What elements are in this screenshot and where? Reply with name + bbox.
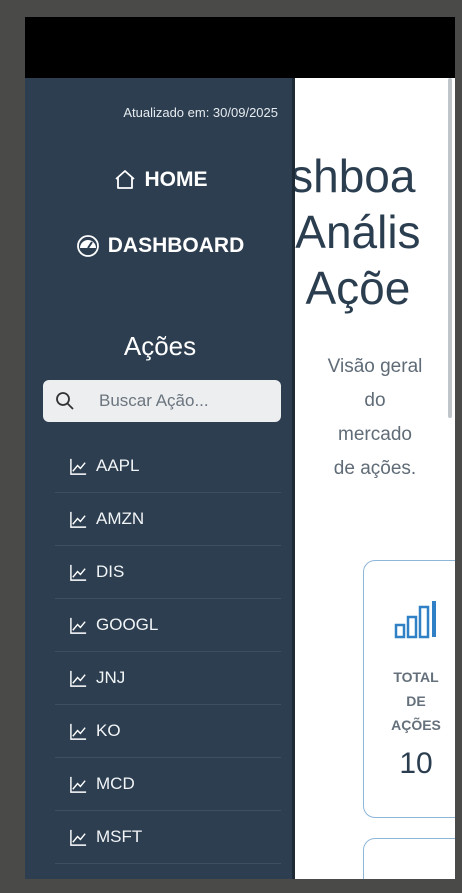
total-stocks-card: TOTAL DE AÇÕES 10 [363, 560, 455, 818]
line-chart-icon [70, 670, 87, 687]
search-input[interactable] [99, 391, 269, 411]
stock-item-aapl[interactable]: AAPL [55, 440, 281, 493]
top-bar [25, 17, 455, 78]
line-chart-icon [70, 564, 87, 581]
nav-home[interactable]: HOME [25, 168, 295, 192]
line-chart-icon [70, 829, 87, 846]
stock-label: AAPL [96, 456, 140, 475]
bar-chart-icon [394, 601, 436, 639]
stock-item-mcd[interactable]: MCD [55, 758, 281, 811]
search-box[interactable] [43, 380, 281, 422]
stock-label: GOOGL [96, 615, 159, 634]
updated-date: Atualizado em: 30/09/2025 [123, 105, 278, 120]
nav-dashboard-label: DASHBOARD [107, 234, 245, 257]
app-frame: ashboa e Anális e Açõe Visão geral do me… [25, 17, 455, 879]
stock-label: MSFT [96, 827, 143, 846]
scrollbar[interactable] [448, 78, 452, 418]
line-chart-icon [70, 723, 87, 740]
page-subtitle: Visão geral do mercado de ações. [327, 356, 423, 479]
line-chart-icon [70, 776, 87, 793]
stock-item-msft[interactable]: MSFT [55, 811, 281, 864]
stock-item-jnj[interactable]: JNJ [55, 652, 281, 705]
stock-label: MCD [96, 774, 135, 793]
speedometer-icon [76, 235, 99, 257]
line-chart-icon [70, 511, 87, 528]
stock-item-ko[interactable]: KO [55, 705, 281, 758]
nav-dashboard[interactable]: DASHBOARD [25, 234, 295, 258]
search-icon [56, 392, 74, 410]
second-card [363, 838, 455, 879]
line-chart-icon [70, 458, 87, 475]
card-label: TOTAL DE AÇÕES [391, 669, 441, 733]
nav-home-label: HOME [144, 168, 208, 191]
stock-label: AMZN [96, 509, 145, 528]
stock-item-dis[interactable]: DIS [55, 546, 281, 599]
home-icon [114, 170, 135, 189]
stock-item-googl[interactable]: GOOGL [55, 599, 281, 652]
card-value: 10 [399, 747, 433, 780]
stock-label: DIS [96, 562, 125, 581]
stock-label: KO [96, 721, 121, 740]
stocks-section-title: Ações [123, 331, 197, 361]
stock-item-amzn[interactable]: AMZN [55, 493, 281, 546]
line-chart-icon [70, 617, 87, 634]
side-drawer: Atualizado em: 30/09/2025 HOME DASHBOARD… [25, 78, 295, 879]
stock-list: AAPL AMZN DIS GOOGL JNJ KO MCD MSFT [55, 440, 281, 864]
stock-label: JNJ [96, 668, 126, 687]
